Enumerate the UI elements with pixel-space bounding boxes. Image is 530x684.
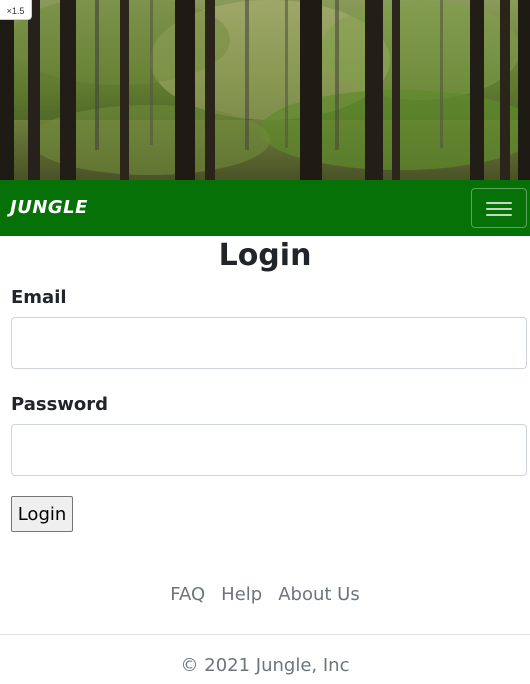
login-button[interactable]: Login	[11, 496, 73, 532]
password-field[interactable]	[11, 424, 527, 476]
footer-link-help[interactable]: Help	[221, 583, 262, 607]
email-field[interactable]	[11, 317, 527, 369]
footer-link-about-us[interactable]: About Us	[278, 583, 360, 607]
navbar: JUNGLE	[0, 180, 530, 236]
zoom-level-badge: ×1.5	[0, 0, 32, 20]
copyright-text: © 2021 Jungle, Inc	[180, 655, 350, 676]
hero-forest-image	[0, 0, 530, 180]
footer-divider	[0, 634, 530, 635]
menu-toggle-button[interactable]	[471, 188, 527, 228]
password-label: Password	[11, 394, 109, 415]
brand-logo[interactable]: JUNGLE	[10, 196, 88, 220]
footer-links: FAQ Help About Us	[0, 583, 530, 607]
footer-link-faq[interactable]: FAQ	[170, 583, 205, 607]
page-title: Login	[218, 238, 312, 273]
email-label: Email	[11, 287, 67, 308]
